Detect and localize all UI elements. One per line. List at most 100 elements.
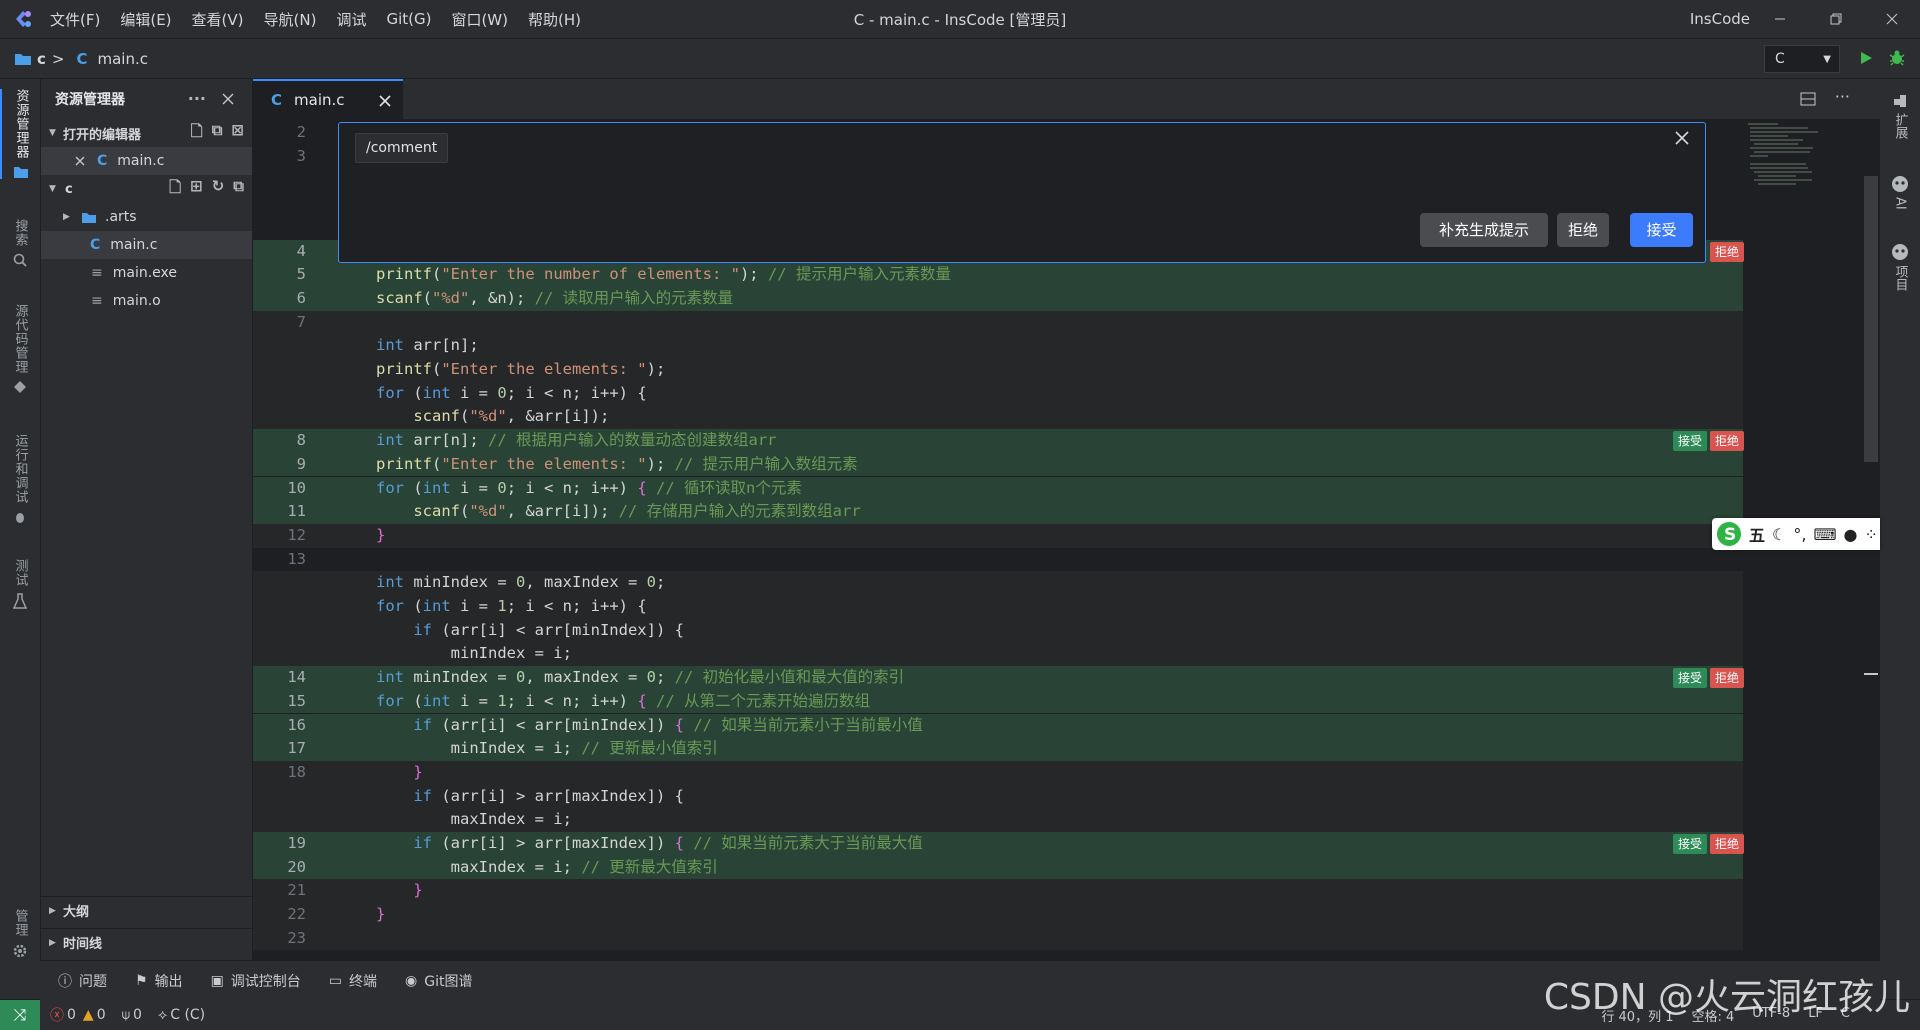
menu-file[interactable]: 文件(F) <box>50 9 100 30</box>
activity-test[interactable]: 测试 <box>0 559 40 609</box>
new-file-icon[interactable]: 🗋 <box>191 121 203 146</box>
activity-explorer[interactable]: 资源管理器 <box>0 89 40 179</box>
code-line[interactable]: for (int i = 0; i < n; i++) { <box>253 381 1743 406</box>
tree-item-main-c[interactable]: C main.c <box>41 231 252 259</box>
save-all-icon[interactable]: ⧉ <box>212 121 223 146</box>
menu-edit[interactable]: 编辑(E) <box>120 9 171 30</box>
open-editor-item[interactable]: C main.c <box>41 147 252 175</box>
code-line[interactable]: if (arr[i] > arr[maxIndex]) { <box>253 784 1743 809</box>
reject-diff-button[interactable]: 拒绝 <box>1709 668 1744 689</box>
close-window-button[interactable] <box>1864 0 1920 38</box>
remote-button[interactable]: ⤨ <box>0 1000 40 1030</box>
accept-diff-button[interactable]: 接受 <box>1672 668 1707 689</box>
menu-git[interactable]: Git(G) <box>386 10 431 28</box>
debug-icon[interactable] <box>1888 49 1906 67</box>
menu-debug[interactable]: 调试 <box>336 9 366 30</box>
code-line[interactable]: 18 } <box>253 760 1743 785</box>
code-line[interactable]: 16 if (arr[i] < arr[minIndex]) { // 如果当前… <box>253 713 1743 738</box>
code-line[interactable]: 10 for (int i = 0; i < n; i++) { // 循环读取n… <box>253 476 1743 501</box>
menu-help[interactable]: 帮助(H) <box>528 9 581 30</box>
prompt-input[interactable]: /comment <box>355 133 449 163</box>
code-line[interactable]: 20 maxIndex = i; // 更新最大值索引 <box>253 855 1743 880</box>
accept-diff-button[interactable]: 接受 <box>1672 834 1707 854</box>
close-all-icon[interactable]: ⊠ <box>231 121 244 146</box>
menu-view[interactable]: 查看(V) <box>192 9 244 30</box>
punctuation-icon[interactable]: °, <box>1793 525 1806 544</box>
tab-terminal[interactable]: ▭ 终端 <box>329 971 377 991</box>
language-status[interactable]: ⟡ C (C) <box>158 1007 205 1023</box>
outline-section[interactable]: ▶ 大纲 <box>41 896 252 924</box>
tree-item-main-exe[interactable]: ≡ main.exe <box>41 259 252 287</box>
minimap[interactable] <box>1748 122 1834 212</box>
code-line[interactable]: 19 if (arr[i] > arr[maxIndex]) { // 如果当前… <box>253 832 1744 856</box>
extensions-button[interactable]: 扩展 <box>1880 93 1920 139</box>
keyboard-icon[interactable]: ⌨ <box>1813 525 1836 544</box>
ports-status[interactable]: ⍦ 0 <box>122 1007 142 1023</box>
code-line[interactable]: 23 <box>253 926 1743 951</box>
ime-mode[interactable]: 五 <box>1749 522 1765 546</box>
activity-manage[interactable]: 管理 <box>0 909 40 959</box>
moon-icon[interactable]: ☾ <box>1772 525 1786 544</box>
timeline-section[interactable]: ▶ 时间线 <box>41 928 252 956</box>
maximize-button[interactable] <box>1808 0 1864 38</box>
code-line[interactable]: 7 <box>253 310 1743 335</box>
code-line[interactable]: minIndex = i; <box>253 642 1743 667</box>
run-icon[interactable] <box>1858 50 1874 66</box>
reject-diff-button[interactable]: 拒绝 <box>1709 834 1744 854</box>
refresh-icon[interactable]: ↻ <box>212 177 225 202</box>
more-icon[interactable]: ··· <box>188 89 206 108</box>
tree-item-main-o[interactable]: ≡ main.o <box>41 287 252 315</box>
language-select[interactable]: C ▼ <box>1764 45 1840 73</box>
code-line[interactable]: maxIndex = i; <box>253 808 1743 832</box>
code-line[interactable]: 12} <box>253 523 1743 548</box>
accept-diff-button[interactable]: 接受 <box>1672 431 1707 452</box>
close-icon[interactable] <box>222 93 234 105</box>
close-icon[interactable] <box>75 156 85 166</box>
code-line[interactable]: 14 int minIndex = 0, maxIndex = 0; // 初始化… <box>253 666 1744 690</box>
new-folder-icon[interactable]: ⊞ <box>190 177 203 202</box>
apps-icon[interactable]: ⁘ <box>1865 525 1878 544</box>
reject-button[interactable]: 拒绝 <box>1557 213 1609 247</box>
supplement-prompt-button[interactable]: 补充生成提示 <box>1420 213 1548 247</box>
code-line[interactable]: 15 for (int i = 1; i < n; i++) { // 从第二个元… <box>253 689 1743 714</box>
code-line[interactable]: 22} <box>253 903 1743 927</box>
code-line[interactable]: 6 scanf("%d", &n); // 读取用户输入的元素数量 <box>253 286 1743 311</box>
activity-source-control[interactable]: 源代码管理 <box>0 304 40 394</box>
new-file-icon[interactable]: 🗋 <box>169 177 181 202</box>
code-line[interactable]: 8 int arr[n]; // 根据用户输入的数量动态创建数组arr 接受 拒绝 <box>253 429 1744 453</box>
menu-window[interactable]: 窗口(W) <box>451 9 508 30</box>
code-line[interactable]: for (int i = 1; i < n; i++) { <box>253 595 1743 619</box>
accept-button[interactable]: 接受 <box>1630 213 1693 247</box>
code-line[interactable]: scanf("%d", &arr[i]); <box>253 405 1743 430</box>
user-icon[interactable]: ● <box>1844 525 1858 544</box>
code-line[interactable]: if (arr[i] < arr[minIndex]) { <box>253 618 1743 643</box>
collapse-all-icon[interactable]: ⧉ <box>233 177 244 202</box>
close-icon[interactable] <box>1675 131 1689 145</box>
code-line[interactable]: 11 scanf("%d", &arr[i]); // 存储用户输入的元素到数组… <box>253 500 1743 524</box>
menu-navigate[interactable]: 导航(N) <box>264 9 317 30</box>
split-editor-icon[interactable] <box>1800 92 1816 106</box>
code-line[interactable]: int minIndex = 0, maxIndex = 0; <box>253 571 1743 595</box>
activity-run-debug[interactable]: 运行和调试 <box>0 434 40 524</box>
tab-output[interactable]: ⚑ 输出 <box>135 971 183 991</box>
ime-toolbar[interactable]: S 五 ☾ °, ⌨ ● ⁘ <box>1712 518 1880 550</box>
tab-git-graph[interactable]: ◉ Git图谱 <box>405 971 472 991</box>
code-line[interactable]: 13 <box>253 548 1743 572</box>
open-editors-section[interactable]: ▼ 打开的编辑器 🗋 ⧉ ⊠ <box>41 119 252 147</box>
breadcrumb-folder[interactable]: c <box>14 50 46 68</box>
reject-diff-button[interactable]: 拒绝 <box>1709 241 1744 262</box>
activity-search[interactable]: 搜索 <box>0 219 40 267</box>
vertical-scrollbar[interactable] <box>1864 176 1878 462</box>
close-tab-icon[interactable] <box>379 95 391 107</box>
project-button[interactable]: 项目 <box>1880 243 1920 291</box>
minimize-button[interactable] <box>1752 0 1808 38</box>
problems-status[interactable]: ⓧ 0 ▲ 0 <box>50 1005 106 1025</box>
folder-section[interactable]: ▼ c 🗋 ⊞ ↻ ⧉ <box>41 175 252 203</box>
tab-debug-console[interactable]: ▣ 调试控制台 <box>211 971 301 991</box>
code-line[interactable]: printf("Enter the elements: "); <box>253 358 1743 382</box>
code-line[interactable]: 9 printf("Enter the elements: "); // 提示用户… <box>253 452 1743 477</box>
tree-item-arts[interactable]: ▶ .arts <box>41 203 252 231</box>
code-line[interactable]: int arr[n]; <box>253 334 1743 358</box>
code-line[interactable]: 17 minIndex = i; // 更新最小值索引 <box>253 737 1743 761</box>
code-line[interactable]: 5 printf("Enter the number of elements: "… <box>253 263 1743 287</box>
